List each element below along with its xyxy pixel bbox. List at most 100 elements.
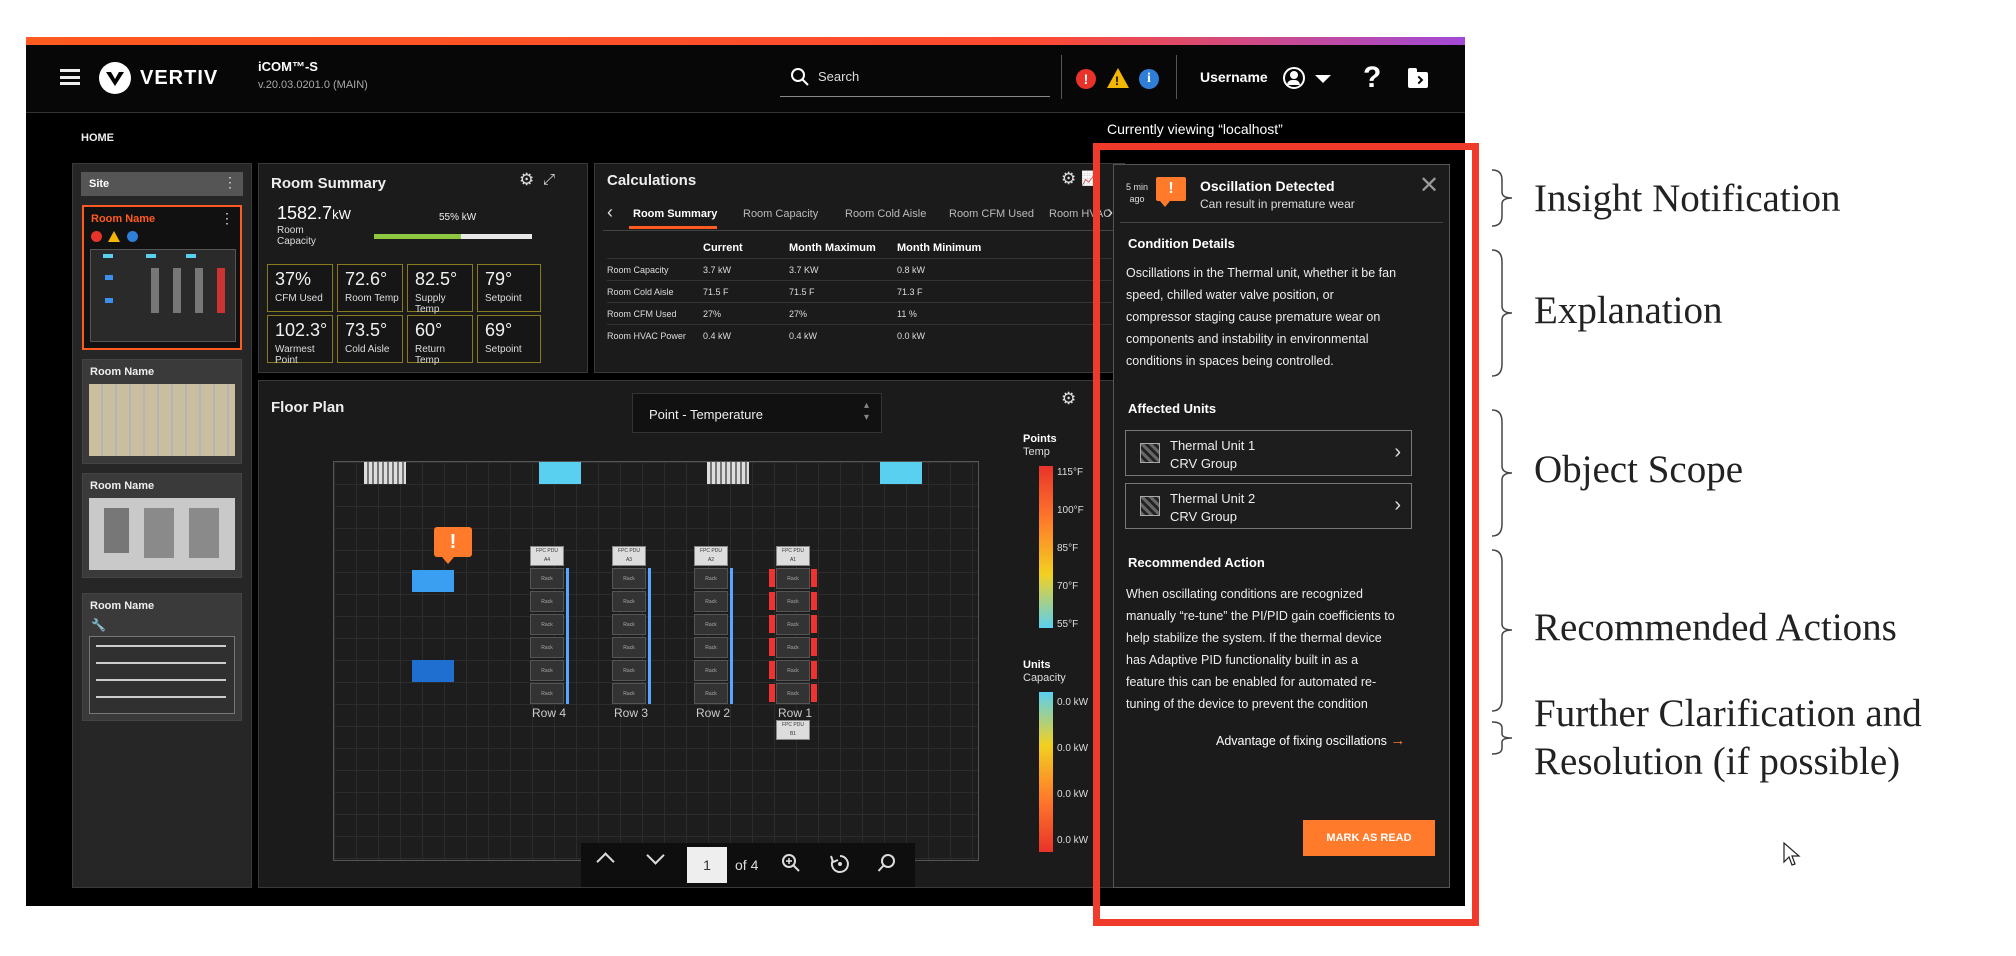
rack[interactable]: Rack (530, 568, 564, 589)
rack[interactable]: Rack (776, 568, 810, 589)
reset-view-icon[interactable] (829, 853, 851, 875)
temp-point-hot[interactable] (769, 661, 775, 679)
rack[interactable]: Rack (776, 660, 810, 681)
info-icon[interactable]: i (1139, 69, 1159, 89)
room-card[interactable]: Room Name (82, 359, 242, 464)
cell: Room CFM Used (607, 302, 703, 325)
metric-tile: 102.3° Warmest Point (267, 315, 333, 366)
temp-point-hot[interactable] (811, 569, 817, 587)
active-tab-underline (629, 226, 717, 229)
hamburger-icon[interactable] (60, 69, 80, 85)
point-type-select[interactable]: Point - Temperature ▴ ▾ (632, 393, 882, 433)
rack[interactable]: Rack (530, 683, 564, 704)
temp-point-hot[interactable] (811, 592, 817, 610)
cooling-unit[interactable] (880, 462, 922, 484)
temp-point-hot[interactable] (769, 684, 775, 702)
rack[interactable]: Rack (694, 660, 728, 681)
cooling-unit[interactable] (539, 462, 581, 484)
highlight-box (1093, 143, 1479, 926)
pdu-unit[interactable]: FPC PDU A1 (776, 546, 810, 566)
metric-value: 102.3° (275, 320, 328, 340)
cell: 3.7 kW (703, 258, 789, 281)
top-bar: VERTIV iCOM™-S v.20.03.0201.0 (MAIN) Sea… (26, 45, 1465, 113)
pdu-unit[interactable]: FPC PDU A3 (612, 546, 646, 566)
rack[interactable]: Rack (694, 637, 728, 658)
temp-point-hot[interactable] (811, 615, 817, 633)
temp-strip-cool (648, 568, 651, 704)
temp-point-hot[interactable] (769, 615, 775, 633)
chevron-down-icon[interactable] (1315, 75, 1331, 83)
expand-icon[interactable]: ⤢ (543, 171, 555, 188)
temp-point-hot[interactable] (769, 638, 775, 656)
thermal-unit-2[interactable] (412, 660, 454, 682)
rack[interactable]: Rack (776, 591, 810, 612)
page-input[interactable]: 1 (687, 847, 727, 883)
gear-icon[interactable]: ⚙ (1061, 389, 1076, 409)
viewing-status: Currently viewing “localhost” (1107, 121, 1283, 137)
user-avatar-icon[interactable] (1283, 67, 1305, 89)
chevron-up-icon[interactable] (596, 852, 615, 871)
thermal-unit-1[interactable] (412, 570, 454, 592)
rack[interactable]: Rack (612, 591, 646, 612)
zoom-in-icon[interactable] (781, 853, 801, 873)
temp-point-hot[interactable] (769, 569, 775, 587)
insight-marker-icon[interactable]: ! (434, 527, 472, 557)
gear-icon[interactable]: ⚙ (1061, 169, 1076, 189)
username-label[interactable]: Username (1200, 69, 1268, 85)
kebab-menu-icon[interactable]: ⋮ (220, 210, 234, 227)
rack[interactable]: Rack (612, 660, 646, 681)
rack[interactable]: Rack (612, 683, 646, 704)
chevron-down-icon[interactable] (646, 846, 665, 865)
brace-explanation (1491, 249, 1513, 377)
temp-point-hot[interactable] (811, 661, 817, 679)
rack[interactable]: Rack (612, 614, 646, 635)
gear-icon[interactable]: ⚙ (519, 170, 534, 190)
pdu-label: FPC PDU (782, 722, 804, 728)
rack[interactable]: Rack (694, 568, 728, 589)
temp-point-hot[interactable] (811, 684, 817, 702)
tab-room-capacity[interactable]: Room Capacity (743, 208, 818, 220)
temp-point-hot[interactable] (811, 638, 817, 656)
cooling-unit[interactable] (364, 462, 406, 484)
tab-room-cfm-used[interactable]: Room CFM Used (949, 208, 1034, 220)
temp-point-hot[interactable] (769, 592, 775, 610)
rack[interactable]: Rack (694, 683, 728, 704)
rack[interactable]: Rack (530, 637, 564, 658)
rack[interactable]: Rack (776, 614, 810, 635)
kebab-menu-icon[interactable]: ⋮ (223, 174, 237, 191)
help-icon[interactable]: ? (1363, 61, 1381, 95)
rack[interactable]: Rack (776, 637, 810, 658)
cooling-unit[interactable] (707, 462, 749, 484)
rack[interactable]: Rack (694, 591, 728, 612)
tab-room-cold-aisle[interactable]: Room Cold Aisle (845, 208, 926, 220)
search-icon[interactable] (877, 853, 897, 873)
warning-alarm-icon (108, 231, 120, 242)
metric-value: 69° (485, 320, 513, 340)
critical-alarm-icon[interactable]: ! (1076, 69, 1096, 89)
legend-tick: 0.0 kW (1057, 697, 1089, 708)
rack[interactable]: Rack (694, 614, 728, 635)
room-card-selected[interactable]: Room Name ⋮ (82, 205, 242, 350)
legend-tick: 85°F (1057, 543, 1079, 554)
rack[interactable]: Rack (530, 591, 564, 612)
pdu-unit[interactable]: FPC PDU A4 (530, 546, 564, 566)
rack[interactable]: Rack (530, 614, 564, 635)
room-card[interactable]: Room Name (82, 473, 242, 578)
rack[interactable]: Rack (612, 637, 646, 658)
room-card[interactable]: Room Name 🔧 (82, 593, 242, 721)
tabs-divider (603, 230, 1118, 231)
rack[interactable]: Rack (612, 568, 646, 589)
pdu-unit[interactable]: FPC PDU A2 (694, 546, 728, 566)
chevron-left-icon[interactable]: ‹ (607, 202, 613, 223)
rack[interactable]: Rack (776, 683, 810, 704)
pdu-unit[interactable]: FPC PDU B1 (776, 720, 810, 740)
breadcrumb[interactable]: HOME (81, 132, 114, 144)
search-box[interactable]: Search (780, 57, 1050, 97)
app-version: v.20.03.0201.0 (MAIN) (258, 79, 368, 91)
rack[interactable]: Rack (530, 660, 564, 681)
site-header[interactable]: Site ⋮ (81, 172, 243, 196)
tab-room-summary[interactable]: Room Summary (633, 208, 717, 220)
row-label: Row 2 (696, 706, 731, 720)
brand-name: VERTIV (140, 67, 219, 89)
folder-icon[interactable] (1408, 68, 1428, 88)
